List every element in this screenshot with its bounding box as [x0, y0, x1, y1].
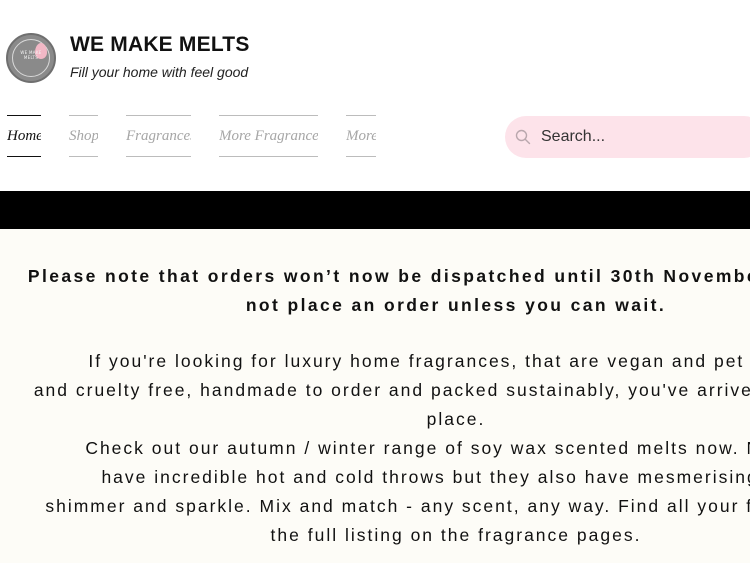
search-icon	[515, 129, 531, 145]
intro-line: place.	[426, 409, 486, 429]
search-bar[interactable]	[505, 116, 750, 158]
main-nav: Home Shop Fragrances More Fragrances Mor…	[0, 115, 400, 157]
banner-strip	[0, 191, 750, 229]
notice-line: Please note that orders won’t now be dis…	[27, 266, 750, 286]
search-input[interactable]	[541, 116, 750, 158]
main-content: Please note that orders won’t now be dis…	[0, 229, 750, 563]
intro-line: the full listing on the fragrance pages.	[270, 525, 642, 545]
nav-item-fragrances[interactable]: Fragrances	[126, 115, 191, 157]
site-title[interactable]: WE MAKE MELTS	[70, 33, 250, 57]
intro-line: and cruelty free, handmade to order and …	[33, 380, 750, 400]
intro-line: have incredible hot and cold throws but …	[101, 467, 750, 487]
site-header: WE MAKE MELTS WE MAKE MELTS Fill your ho…	[0, 0, 750, 191]
nav-item-more-fragrances[interactable]: More Fragrances	[219, 115, 318, 157]
brand-logo[interactable]: WE MAKE MELTS	[6, 33, 56, 83]
nav-item-shop[interactable]: Shop	[69, 115, 98, 157]
nav-item-home[interactable]: Home	[7, 115, 41, 157]
logo-text: WE MAKE MELTS	[20, 50, 42, 60]
dispatch-notice: Please note that orders won’t now be dis…	[0, 262, 750, 320]
intro-line: Check out our autumn / winter range of s…	[85, 438, 750, 458]
site-tagline: Fill your home with feel good	[70, 64, 249, 80]
notice-line: not place an order unless you can wait.	[245, 295, 667, 315]
intro-line: shimmer and sparkle. Mix and match - any…	[45, 496, 750, 516]
intro-text: If you're looking for luxury home fragra…	[0, 347, 750, 550]
intro-line: If you're looking for luxury home fragra…	[88, 351, 750, 371]
nav-item-more[interactable]: More	[346, 115, 376, 157]
